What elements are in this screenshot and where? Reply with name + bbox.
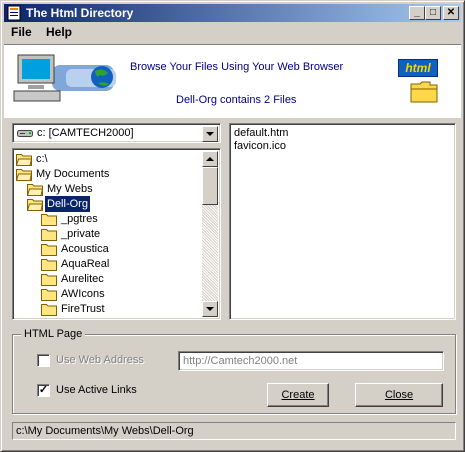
folder-tree-item-label: Acoustica — [61, 243, 109, 255]
chevron-down-icon — [206, 132, 214, 136]
main-window: The Html Directory _ □ ✕ File Help Brows… — [0, 0, 465, 452]
arrow-down-icon — [206, 307, 214, 311]
folder-open-icon — [16, 169, 32, 181]
scroll-up-button[interactable] — [202, 151, 218, 167]
file-list-item[interactable]: favicon.ico — [234, 140, 286, 152]
minimize-icon: _ — [414, 7, 420, 18]
banner-tagline: Browse Your Files Using Your Web Browser — [130, 61, 344, 73]
folder-icon — [41, 244, 57, 256]
arrow-up-icon — [206, 157, 214, 161]
folder-tree-item-label: FireTrust — [61, 303, 105, 315]
folder-open-icon — [16, 154, 32, 166]
banner-file-count: Dell-Org contains 2 Files — [176, 94, 297, 106]
file-list[interactable]: default.htm favicon.ico — [229, 123, 456, 320]
folder-icon — [41, 304, 57, 316]
folder-tree-scrollbar[interactable] — [202, 151, 218, 317]
maximize-icon: □ — [429, 7, 437, 18]
folder-icon — [41, 259, 57, 271]
folder-tree-item-label: _pgtres — [61, 213, 98, 225]
folder-tree-item-label: My Documents — [36, 168, 110, 180]
web-address-value: http://Camtech2000.net — [183, 355, 298, 367]
close-window-button[interactable]: ✕ — [443, 6, 459, 20]
folder-icon — [41, 274, 57, 286]
maximize-button[interactable]: □ — [425, 6, 441, 20]
title-bar[interactable]: The Html Directory _ □ ✕ — [4, 4, 461, 22]
computer-globe-icon — [13, 54, 116, 102]
drive-select-value: c: [CAMTECH2000] — [37, 127, 134, 139]
folder-open-icon — [27, 184, 43, 196]
use-active-links-label[interactable]: Use Active Links — [56, 384, 137, 396]
folder-logo-icon — [410, 81, 438, 103]
create-button-label: Create — [281, 389, 315, 401]
html-logo: html — [396, 55, 442, 107]
drive-icon — [17, 130, 33, 137]
folder-open-icon — [27, 199, 43, 211]
folder-icon — [41, 289, 57, 301]
header-banner: Browse Your Files Using Your Web Browser… — [4, 44, 461, 118]
folder-tree[interactable]: c:\ My Documents My Webs Dell-Org _pgtres _pr… — [12, 148, 221, 320]
use-web-address-label[interactable]: Use Web Address — [56, 354, 144, 366]
folder-tree-item-label: Dell-Org — [45, 196, 90, 212]
status-bar: c:\My Documents\My Webs\Dell-Org — [12, 422, 456, 440]
folder-tree-item-label: AWIcons — [61, 288, 105, 300]
checkmark-icon: ✓ — [38, 384, 49, 396]
folder-tree-item-label: _private — [61, 228, 101, 240]
close-icon: ✕ — [446, 7, 456, 18]
folder-tree-item-label: AquaReal — [61, 258, 110, 270]
use-web-address-checkbox[interactable] — [37, 354, 50, 367]
folder-tree-item-label: My Webs — [47, 183, 93, 195]
html-logo-text: html — [398, 59, 438, 77]
drive-dropdown-button[interactable] — [202, 126, 218, 142]
close-button-label: Close — [384, 389, 414, 401]
html-page-group-label: HTML Page — [21, 328, 86, 340]
menu-help[interactable]: Help — [46, 25, 72, 39]
folder-tree-item-label: Aurelitec — [61, 273, 104, 285]
window-title: The Html Directory — [26, 6, 134, 20]
status-path: c:\My Documents\My Webs\Dell-Org — [16, 425, 194, 437]
drive-select[interactable]: c: [CAMTECH2000] — [12, 123, 221, 143]
folder-icon — [41, 229, 57, 241]
folder-icon — [41, 214, 57, 226]
folder-tree-item-label: c:\ — [36, 153, 48, 165]
scroll-thumb[interactable] — [202, 167, 218, 205]
create-button[interactable]: Create — [267, 383, 329, 407]
menu-bar: File Help — [4, 23, 461, 41]
web-address-field[interactable]: http://Camtech2000.net — [178, 351, 444, 371]
menu-file[interactable]: File — [11, 25, 32, 39]
file-list-item[interactable]: default.htm — [234, 127, 288, 139]
close-button[interactable]: Close — [355, 383, 443, 407]
minimize-button[interactable]: _ — [409, 6, 425, 20]
app-icon — [7, 5, 21, 21]
use-active-links-checkbox[interactable]: ✓ — [37, 384, 50, 397]
scroll-down-button[interactable] — [202, 301, 218, 317]
